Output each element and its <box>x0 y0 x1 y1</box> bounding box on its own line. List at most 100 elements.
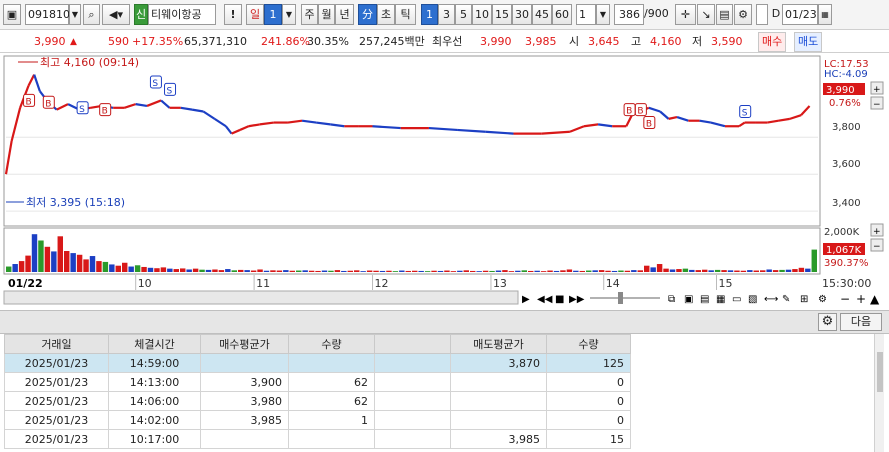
interval-15[interactable]: 15 <box>492 4 512 25</box>
tab-year[interactable]: 년 <box>335 4 354 25</box>
open-price: 3,645 <box>588 35 620 48</box>
table-row[interactable]: 2025/01/23 10:17:00 3,985 15 <box>4 429 631 449</box>
sell-marker[interactable]: S <box>76 101 89 115</box>
table-row[interactable]: 2025/01/23 14:02:00 3,985 1 0 <box>4 410 631 430</box>
volume-bar <box>611 270 618 272</box>
tab-month[interactable]: 월 <box>318 4 335 25</box>
buy-marker[interactable]: B <box>643 116 656 130</box>
table-scroll-thumb[interactable] <box>877 352 883 392</box>
interval-60[interactable]: 60 <box>552 4 572 25</box>
next-button[interactable]: 다음 <box>840 313 882 331</box>
sell-button[interactable]: 매도 <box>794 32 823 52</box>
buy-button[interactable]: 매수 <box>758 32 787 52</box>
interval-45[interactable]: 45 <box>532 4 552 25</box>
play-icon[interactable]: ▶ <box>522 294 530 305</box>
volume-bar <box>147 267 154 272</box>
date-input[interactable]: 01/23 <box>782 4 818 25</box>
volume-bar <box>740 270 747 272</box>
table-row[interactable]: 2025/01/23 14:13:00 3,900 62 0 <box>4 372 631 392</box>
col-empty <box>374 334 451 354</box>
svg-text:▲: ▲ <box>870 292 880 306</box>
table-cell: 1 <box>288 410 375 430</box>
count-input[interactable]: 1 <box>576 4 596 25</box>
interval-10[interactable]: 10 <box>472 4 492 25</box>
line-tool-icon[interactable]: ↘ <box>697 4 715 25</box>
interval-3[interactable]: 3 <box>438 4 455 25</box>
count-dropdown-icon[interactable]: ▼ <box>596 4 610 25</box>
table-row[interactable]: 2025/01/23 14:06:00 3,980 62 0 <box>4 391 631 411</box>
sell-marker[interactable]: S <box>164 82 177 96</box>
date-checkbox[interactable] <box>756 4 768 25</box>
table-cell <box>374 372 451 392</box>
tab-second[interactable]: 초 <box>377 4 395 25</box>
volume-bar <box>347 270 353 272</box>
volume-bar <box>160 267 167 272</box>
day-count-dropdown-icon[interactable]: ▼ <box>282 4 296 25</box>
tab-minute[interactable]: 分 <box>358 4 377 25</box>
crosshair-icon[interactable]: ✛ <box>675 4 696 25</box>
window-icon[interactable]: ▣ <box>3 4 21 25</box>
volume-bar <box>405 270 411 272</box>
speaker-icon[interactable]: ◀▾ <box>102 4 130 25</box>
quote-bar: 3,990 ▲ 590 +17.35% 65,371,310 241.86% 3… <box>0 31 889 53</box>
tab-tick[interactable]: 틱 <box>395 4 416 25</box>
tab-day[interactable]: 일 <box>246 4 264 25</box>
axis-buttons[interactable]: + − + − <box>870 81 884 252</box>
svg-text:⟷: ⟷ <box>764 294 778 305</box>
volume-bar <box>238 269 244 272</box>
stock-name-field[interactable]: 티웨이항공 <box>148 4 216 25</box>
interval-30[interactable]: 30 <box>512 4 532 25</box>
chart-scrollbar[interactable] <box>3 290 519 305</box>
gear-icon[interactable]: ⚙ <box>818 313 837 331</box>
settings-icon[interactable]: ⚙ <box>734 4 752 25</box>
buy-marker[interactable]: B <box>42 95 55 109</box>
stock-code-input[interactable]: 091810 <box>25 4 70 25</box>
search-icon[interactable]: ⌕ <box>83 4 100 25</box>
buy-marker[interactable]: B <box>23 93 36 107</box>
volume-bar <box>702 269 708 272</box>
price-chart[interactable]: BBSBSSBBBS 최고 4,160 (09:14) 최저 3,395 (15… <box>0 54 889 310</box>
zoom-slider-handle[interactable] <box>618 292 623 304</box>
interval-1[interactable]: 1 <box>421 4 438 25</box>
volume-bar <box>250 270 257 272</box>
x-tick-label: 15:30:00 <box>822 277 871 290</box>
day-count-field[interactable]: 1 <box>264 4 282 25</box>
tab-week[interactable]: 주 <box>301 4 318 25</box>
volume-bar <box>244 270 250 272</box>
volume-bar <box>25 255 31 272</box>
playback-controls[interactable]: ▶ ◀◀ ■ ▶▶ <box>522 294 585 305</box>
page-current-input[interactable]: 386 <box>614 4 644 25</box>
volume-bar <box>76 254 83 272</box>
code-dropdown-icon[interactable]: ▼ <box>69 4 81 25</box>
volume-bar <box>366 270 373 272</box>
stop-icon[interactable]: ■ <box>555 294 564 305</box>
buy-marker[interactable]: B <box>634 103 647 117</box>
chart-tool-icons[interactable]: ⧉ ▣ ▤ ▦ ▭ ▧ ⟷ ✎ ⊞ ⚙ − + ▲ <box>668 292 880 306</box>
calendar-icon[interactable]: ▦ <box>818 4 832 25</box>
table-scrollbar[interactable] <box>874 334 884 452</box>
interval-5[interactable]: 5 <box>455 4 472 25</box>
volume-bar <box>128 266 134 272</box>
chart-svg[interactable]: B BS BSSB BBS 최고 4,160 (09:14) 최저 3,395 (15… <box>0 54 889 310</box>
trade-value: 257,245백만 <box>359 35 425 48</box>
volume-bar <box>547 270 553 272</box>
forward-icon[interactable]: ▶▶ <box>569 294 585 305</box>
volume-bar <box>44 246 51 272</box>
buy-marker[interactable]: B <box>623 103 636 117</box>
buy-marker[interactable]: B <box>99 103 112 117</box>
svg-text:⊞: ⊞ <box>800 294 808 305</box>
sell-marker[interactable]: S <box>149 75 162 89</box>
rewind-icon[interactable]: ◀◀ <box>537 294 553 305</box>
volume-bar <box>122 262 128 272</box>
table-row[interactable]: 2025/01/23 14:59:00 3,870 125 <box>4 353 631 373</box>
volume-bar <box>714 269 721 272</box>
volume-bar <box>772 270 779 272</box>
low-label: 저 <box>692 35 703 48</box>
sell-marker[interactable]: S <box>739 104 752 118</box>
volume-bar <box>624 270 631 272</box>
table-cell <box>374 353 451 373</box>
save-icon[interactable]: ▤ <box>716 4 733 25</box>
volume-bar <box>89 256 96 272</box>
table-cell: 3,985 <box>450 429 547 449</box>
alert-button[interactable]: ! <box>224 4 242 25</box>
